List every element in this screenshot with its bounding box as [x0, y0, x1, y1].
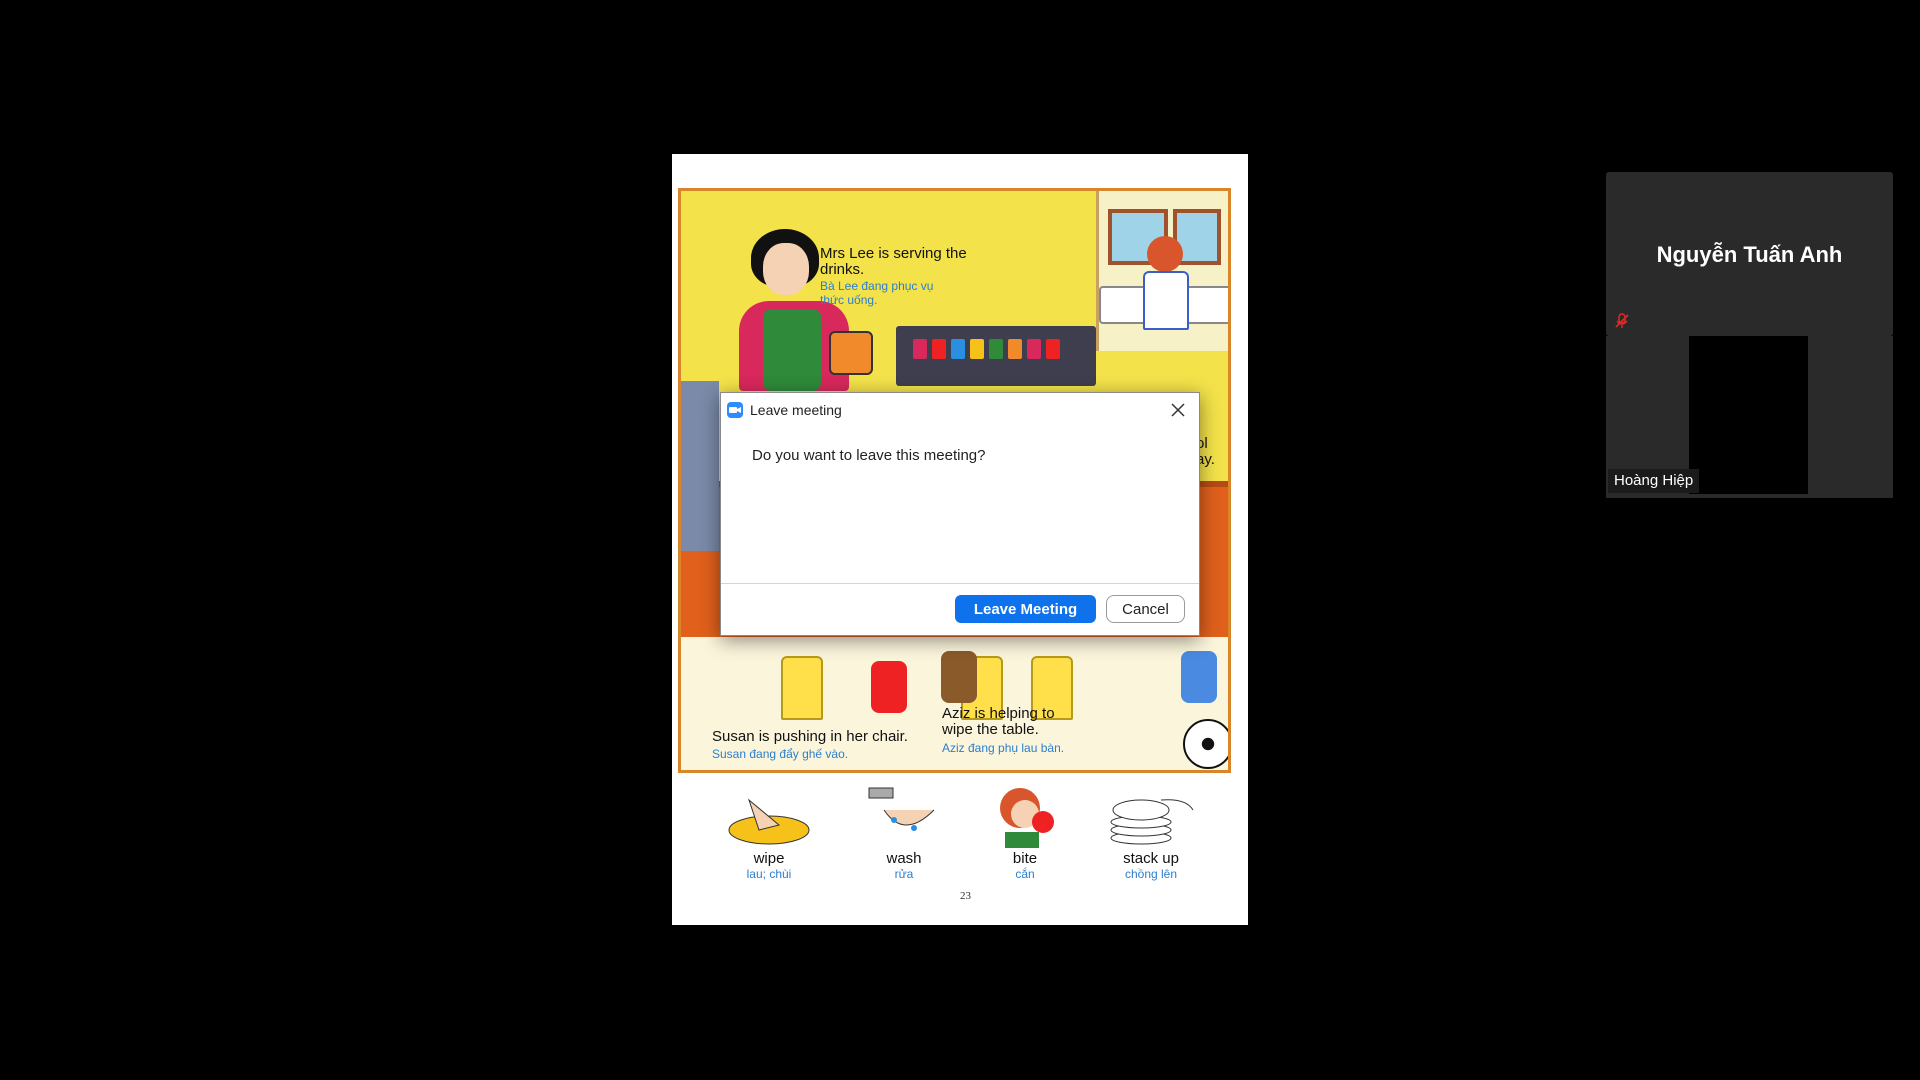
participant-name: Nguyễn Tuấn Anh — [1656, 242, 1843, 267]
caption-aziz-1: Aziz is helping to — [942, 705, 1055, 722]
participant-tile-video[interactable]: Hoàng Hiệp — [1606, 336, 1893, 498]
dialog-titlebar: Leave meeting — [721, 393, 1199, 427]
illustration-cups — [913, 339, 1060, 359]
vocab-word-vi: chồng lên — [1124, 867, 1178, 881]
stack-up-picture — [1101, 780, 1201, 850]
vocab-item-wipe: wipe lau; chùi — [719, 780, 819, 881]
wash-picture — [854, 780, 954, 850]
participant-tile-name-only[interactable]: Nguyễn Tuấn Anh — [1606, 172, 1893, 336]
bite-picture — [975, 780, 1075, 850]
illustration-apron — [763, 309, 821, 391]
close-icon[interactable] — [1167, 399, 1189, 421]
illustration-chair — [781, 656, 823, 720]
illustration-girl-body — [1143, 271, 1189, 330]
vocab-word-vi: lau; chùi — [746, 867, 792, 881]
caption-aziz-2: wipe the table. — [942, 721, 1039, 738]
caption-susan-vi: Susan đang đẩy ghế vào. — [712, 747, 849, 761]
illustration-aziz — [941, 651, 977, 703]
illustration-girl — [1147, 236, 1183, 272]
caption-mrs-lee-vi: Bà Lee đang phục vụ thức uống. — [820, 279, 934, 307]
vocab-word: stack up — [1123, 850, 1179, 867]
leave-meeting-button[interactable]: Leave Meeting — [955, 595, 1096, 623]
leave-meeting-dialog: Leave meeting Do you want to leave this … — [720, 392, 1200, 636]
cancel-button[interactable]: Cancel — [1106, 595, 1185, 623]
vocab-item-bite: bite cắn — [975, 780, 1075, 881]
vocab-word-vi: cắn — [1015, 867, 1035, 881]
participant-video-feed — [1689, 336, 1808, 494]
illustration-jug — [829, 331, 873, 375]
illustration-soccer-ball — [1183, 719, 1228, 769]
vocab-item-wash: wash rửa — [854, 780, 954, 881]
vocab-word: wash — [886, 850, 922, 867]
vocab-item-stack-up: stack up chồng lên — [1101, 780, 1201, 881]
dialog-title: Leave meeting — [750, 402, 842, 418]
vocab-word-vi: rửa — [894, 867, 914, 881]
illustration-mrs-lee-face — [763, 243, 809, 295]
vocab-word: wipe — [753, 850, 785, 867]
vocab-word: bite — [1012, 850, 1038, 867]
dialog-footer: Leave Meeting Cancel — [721, 583, 1199, 635]
illustration-child — [1181, 651, 1217, 703]
mic-muted-icon — [1613, 312, 1631, 330]
dialog-message: Do you want to leave this meeting? — [752, 447, 986, 464]
page-number: 23 — [960, 890, 971, 902]
zoom-app-icon — [727, 402, 743, 418]
caption-susan: Susan is pushing in her chair. — [712, 728, 908, 745]
caption-aziz-vi: Aziz đang phụ lau bàn. — [942, 741, 1065, 755]
wipe-picture — [719, 780, 819, 850]
illustration-shelf — [681, 381, 719, 551]
illustration-susan — [871, 661, 907, 713]
participant-label: Hoàng Hiệp — [1608, 469, 1700, 493]
caption-mrs-lee: Mrs Lee is serving the drinks. — [820, 245, 967, 278]
